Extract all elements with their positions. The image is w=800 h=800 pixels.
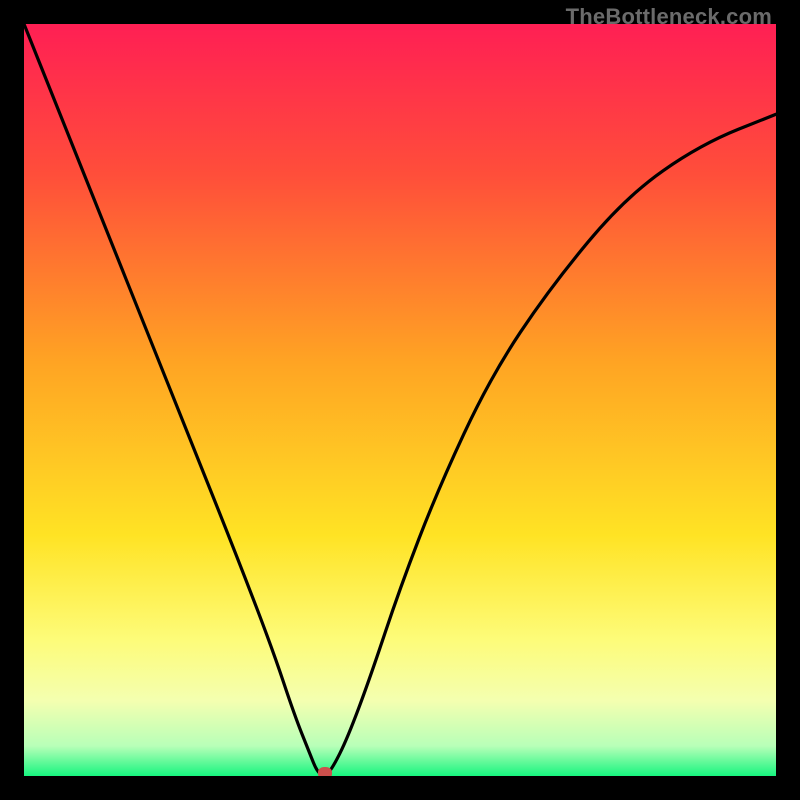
watermark-label: TheBottleneck.com bbox=[566, 4, 772, 30]
chart-container: TheBottleneck.com bbox=[0, 0, 800, 800]
curve-layer bbox=[24, 24, 776, 776]
optimal-point-marker bbox=[318, 767, 332, 776]
plot-area bbox=[24, 24, 776, 776]
bottleneck-curve bbox=[24, 24, 776, 775]
